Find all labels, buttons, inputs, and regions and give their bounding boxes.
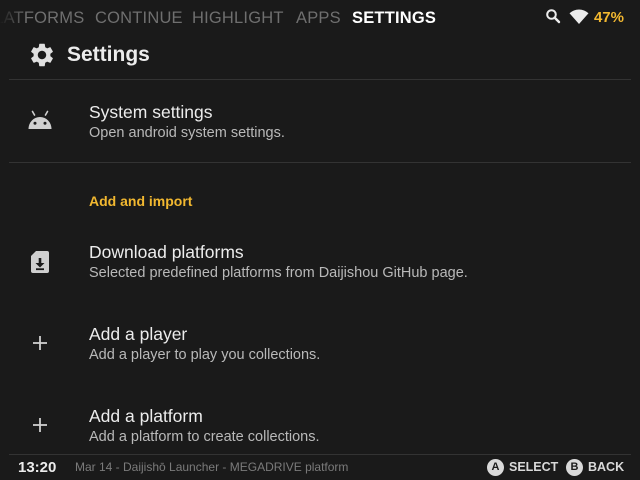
header-divider: [9, 79, 631, 80]
add-player-item[interactable]: Add a player Add a player to play you co…: [9, 317, 631, 379]
section-divider: [9, 162, 631, 163]
battery-percentage: 47%: [593, 9, 624, 26]
item-subtitle: Selected predefined platforms from Daiji…: [89, 265, 468, 281]
b-button-icon: B: [566, 459, 583, 476]
item-title: Download platforms: [89, 242, 244, 262]
gear-icon: [28, 41, 56, 69]
back-hint-label: BACK: [588, 460, 625, 474]
tab-highlight[interactable]: HIGHLIGHT: [192, 9, 284, 27]
item-title: Add a player: [89, 324, 188, 344]
tab-strip: PLATFORMS CONTINUE HIGHLIGHT APPS SETTIN…: [0, 0, 450, 36]
item-title: Add a platform: [89, 406, 203, 426]
search-icon[interactable]: [545, 8, 561, 29]
back-hint[interactable]: B BACK: [566, 459, 626, 476]
select-hint-label: SELECT: [509, 460, 559, 474]
item-title: System settings: [89, 102, 213, 122]
android-icon: [26, 108, 56, 138]
add-platform-item[interactable]: Add a platform Add a platform to create …: [9, 399, 631, 461]
top-tab-bar: PLATFORMS CONTINUE HIGHLIGHT APPS SETTIN…: [0, 0, 640, 36]
download-platforms-item[interactable]: Download platforms Selected predefined p…: [9, 235, 631, 297]
tab-platforms[interactable]: PLATFORMS: [0, 9, 84, 27]
clock: 13:20: [18, 459, 57, 476]
item-subtitle: Add a player to play you collections.: [89, 347, 321, 363]
select-hint[interactable]: A SELECT: [487, 459, 559, 476]
tab-apps[interactable]: APPS: [296, 9, 341, 27]
system-settings-item[interactable]: System settings Open android system sett…: [9, 95, 631, 157]
bottom-bar: 13:20 Mar 14 - Daijishō Launcher - MEGAD…: [0, 454, 640, 480]
tab-settings[interactable]: SETTINGS: [352, 9, 436, 27]
download-file-icon: [29, 248, 59, 278]
item-subtitle: Open android system settings.: [89, 125, 285, 141]
plus-icon: [31, 334, 61, 364]
bottom-divider: [9, 454, 631, 455]
plus-icon: [31, 416, 61, 446]
tab-continue[interactable]: CONTINUE: [95, 9, 183, 27]
section-label-add-and-import: Add and import: [89, 193, 193, 209]
a-button-icon: A: [487, 459, 504, 476]
status-line: Mar 14 - Daijishō Launcher - MEGADRIVE p…: [75, 460, 349, 474]
item-subtitle: Add a platform to create collections.: [89, 429, 320, 445]
wifi-icon: [569, 9, 589, 30]
page-header: Settings: [0, 36, 640, 76]
page-title: Settings: [67, 43, 150, 66]
